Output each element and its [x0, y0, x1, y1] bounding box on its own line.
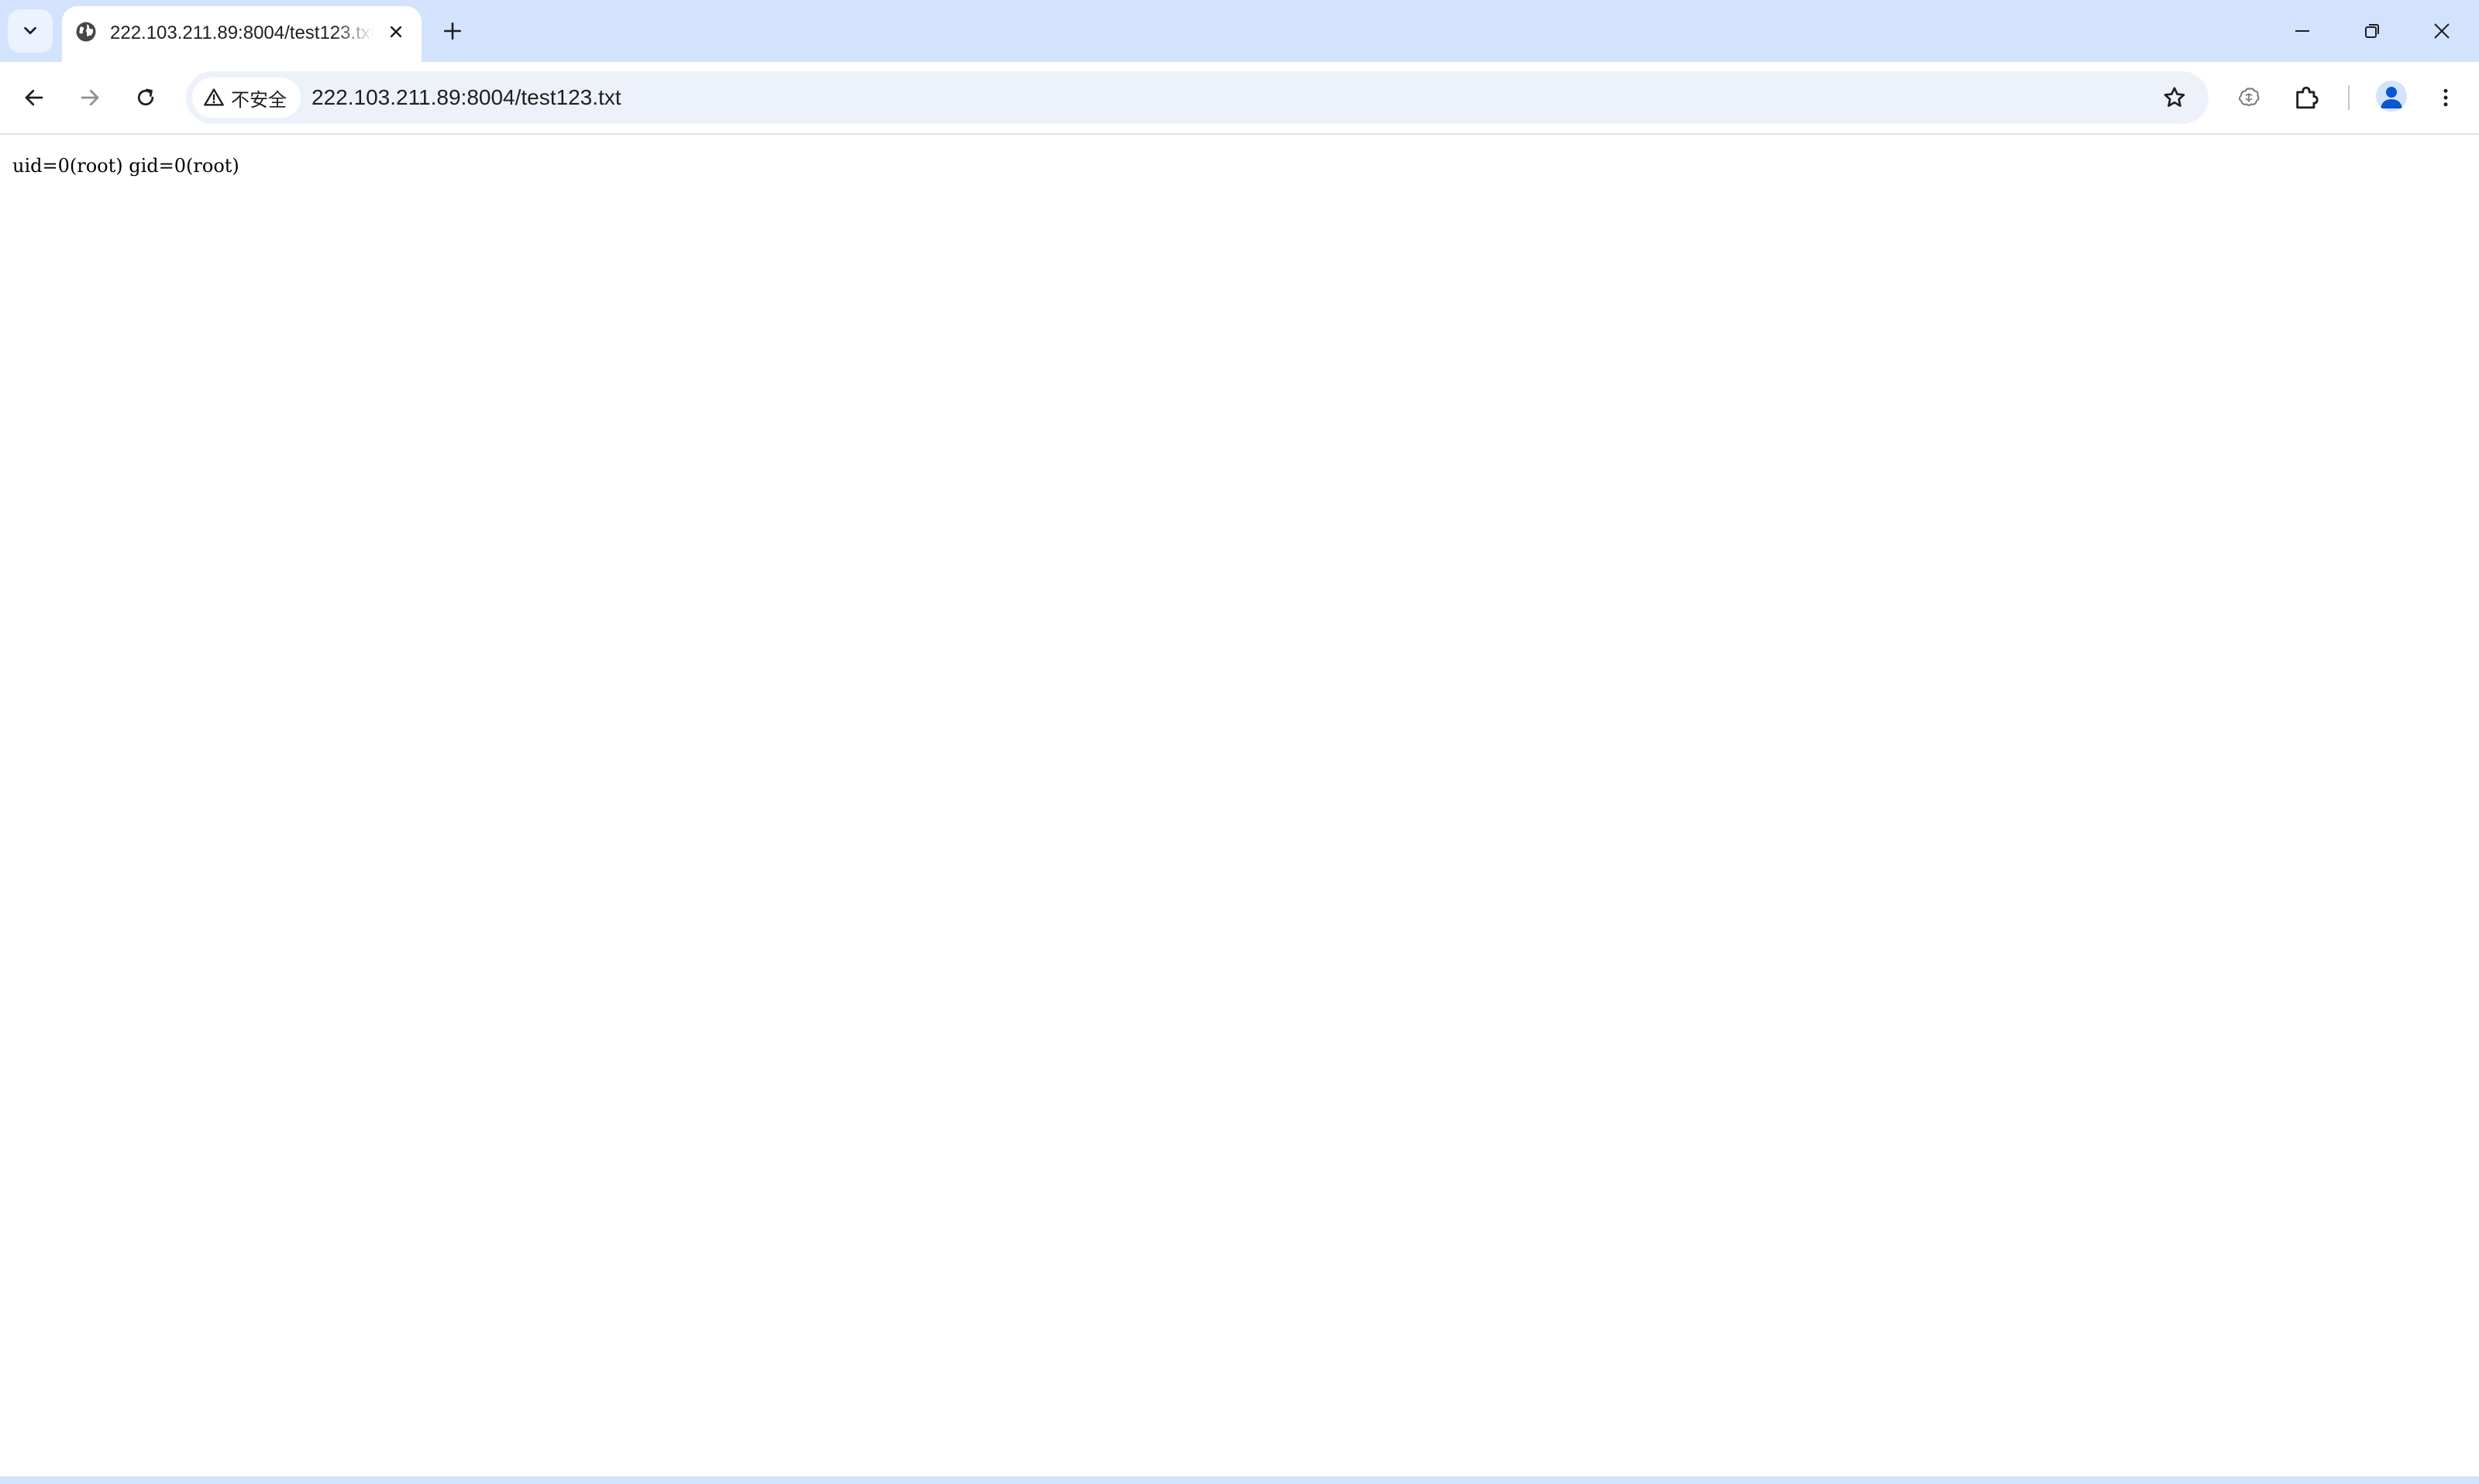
globe-icon — [76, 22, 96, 42]
tab-close-button[interactable] — [383, 19, 409, 45]
profile-button[interactable] — [2376, 81, 2407, 112]
minimize-icon — [2295, 30, 2309, 32]
restore-button[interactable] — [2337, 0, 2407, 62]
page-content: uid=0(root) gid=0(root) — [0, 135, 2479, 1477]
security-label: 不安全 — [231, 88, 287, 111]
plus-icon — [443, 22, 462, 40]
reload-icon — [137, 88, 154, 106]
profile-avatar-icon — [2381, 87, 2402, 108]
window-bottom-edge — [0, 1476, 2479, 1484]
chevron-down-icon — [24, 26, 36, 35]
forward-arrow-icon — [81, 89, 99, 106]
tab-strip: 222.103.211.89:8004/test123.txt — [0, 0, 2479, 62]
plain-text-content: uid=0(root) gid=0(root) — [12, 155, 239, 177]
menu-button[interactable] — [2426, 77, 2466, 118]
back-button[interactable] — [14, 77, 54, 118]
new-tab-button[interactable] — [436, 14, 470, 48]
restore-icon — [2365, 24, 2379, 38]
toolbar-divider — [2348, 85, 2350, 110]
extension-button[interactable] — [2229, 77, 2269, 118]
forward-button[interactable] — [70, 77, 110, 118]
extension-icon — [2238, 88, 2260, 106]
close-window-icon — [2434, 23, 2450, 39]
tab-title: 222.103.211.89:8004/test123.txt — [110, 22, 374, 43]
address-bar[interactable]: 不安全 222.103.211.89:8004/test123.txt — [186, 71, 2209, 124]
url-text[interactable]: 222.103.211.89:8004/test123.txt — [312, 82, 621, 113]
tab-search-button[interactable] — [8, 9, 53, 53]
warning-icon — [204, 88, 224, 106]
star-icon — [2164, 87, 2185, 107]
puzzle-icon — [2296, 86, 2319, 109]
minimize-button[interactable] — [2267, 0, 2337, 62]
reload-button[interactable] — [126, 77, 166, 118]
bookmark-button[interactable] — [2154, 77, 2195, 118]
back-arrow-icon — [25, 89, 43, 106]
security-indicator[interactable]: 不安全 — [192, 77, 301, 118]
extensions-button[interactable] — [2286, 77, 2326, 118]
close-icon — [390, 26, 402, 38]
active-tab[interactable]: 222.103.211.89:8004/test123.txt — [62, 6, 422, 62]
more-vertical-icon — [2443, 88, 2448, 107]
close-window-button[interactable] — [2407, 0, 2477, 62]
browser-toolbar: 不安全 222.103.211.89:8004/test123.txt — [0, 62, 2479, 133]
